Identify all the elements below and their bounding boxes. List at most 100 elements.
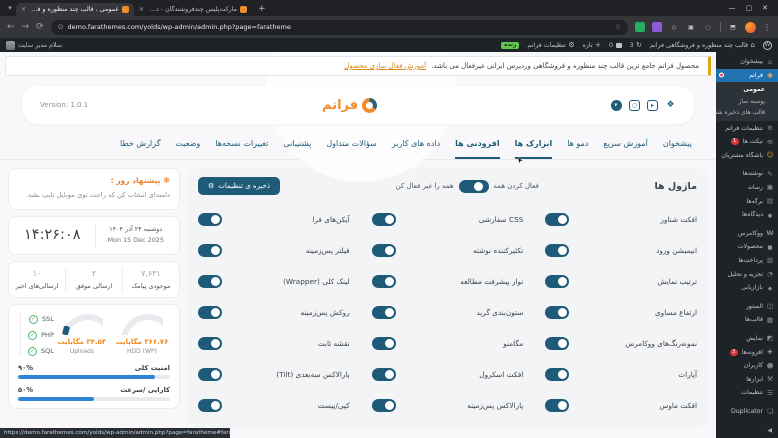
site-settings-icon[interactable]: ⊙ (58, 23, 64, 31)
module-toggle[interactable] (198, 213, 222, 226)
forward-icon[interactable]: → (22, 22, 30, 32)
sidebar-menu-item[interactable]: ابزارها (716, 372, 778, 386)
reload-icon[interactable]: ⟳ (36, 22, 44, 32)
adminbar-fara-settings[interactable]: ⚙ تنظیمات فراتم (527, 41, 574, 49)
module-toggle[interactable] (198, 368, 222, 381)
sidebar-menu-item[interactable]: پرداخت‌ها (716, 254, 778, 268)
sidebar-menu-item[interactable]: تنظیمات فراتم (716, 121, 778, 135)
address-bar[interactable]: ⊙ demo.farathemes.com/yolds/wp-admin/adm… (50, 19, 628, 35)
settings-tab[interactable]: آموزش سریع (603, 139, 647, 159)
module-toggle[interactable] (545, 213, 570, 226)
check-icon: ✓ (28, 346, 37, 356)
module-toggle[interactable] (545, 275, 570, 288)
extension-icon[interactable] (652, 22, 662, 32)
module-toggle[interactable] (371, 213, 396, 226)
adminbar-account[interactable]: سلام مدیر سایت (6, 40, 62, 50)
instagram-icon[interactable] (629, 99, 640, 111)
sidebar-menu-item[interactable]: کاربران (716, 359, 778, 373)
module-toggle[interactable] (198, 306, 222, 319)
extension-icon[interactable]: ◇ (669, 22, 679, 32)
settings-tab[interactable]: پیشخوان (663, 139, 692, 159)
module-toggle[interactable] (545, 368, 570, 381)
settings-tab[interactable]: دمو ها (567, 139, 588, 159)
submenu-item[interactable]: عمومی (716, 84, 778, 95)
extension-icon[interactable]: ▣ (686, 22, 696, 32)
sidebar-menu-item[interactable]: نمایش (716, 332, 778, 346)
extension-icon[interactable]: ◌ (703, 22, 713, 32)
sidebar-menu-item[interactable]: تیکت ها 1 (716, 135, 778, 149)
module-toggle[interactable] (545, 337, 570, 350)
sidebar-menu-item[interactable]: Duplicator (716, 405, 778, 419)
module-toggle[interactable] (371, 244, 396, 257)
sidebar-menu-item[interactable]: قالب‌ها (716, 313, 778, 327)
save-settings-button[interactable]: ذخیره ی تنظیمات ⚙ (198, 177, 280, 195)
settings-tab[interactable]: وضعیت (176, 139, 201, 159)
browser-tab[interactable]: مارکت‌پلیس چندفروشندگان - دمو… ✕ (134, 3, 252, 16)
module-toggle[interactable] (371, 399, 396, 412)
minimize-icon[interactable]: — (729, 4, 736, 12)
adminbar-updates[interactable]: ↻ 3 (630, 41, 642, 49)
extensions-menu-icon[interactable]: ⬒ (728, 22, 738, 32)
sidebar-menu-item[interactable]: رسانه (716, 181, 778, 195)
browser-tab-active[interactable]: عمومی ، قالب چند منظوره و فرو… ✕ (16, 3, 134, 16)
new-tab-button[interactable]: + (258, 4, 266, 14)
sidebar-menu-item[interactable]: افزونه‌ها 3 (716, 345, 778, 359)
sidebar-menu-item[interactable]: فراتم (716, 68, 778, 83)
live-badge[interactable]: زنده (501, 41, 520, 49)
sidebar-menu-item[interactable]: برگه‌ها (716, 194, 778, 208)
url-text[interactable]: demo.farathemes.com/yolds/wp-admin/admin… (68, 23, 611, 31)
module-toggle[interactable] (371, 275, 396, 288)
sidebar-menu-item[interactable]: المنتور (716, 299, 778, 313)
settings-tab[interactable]: ابزارک ها ➤ (515, 139, 553, 165)
settings-tab[interactable]: افزودنی ها (455, 139, 500, 159)
adminbar-site-link[interactable]: ⌂ قالب چند منظوره و فروشگاهی فراتم (650, 41, 755, 49)
sidebar-menu-item[interactable]: محصولات (716, 240, 778, 254)
close-icon[interactable]: ✕ (762, 4, 768, 12)
settings-tab[interactable]: پشتیبانی (283, 139, 311, 159)
wordpress-logo-icon[interactable]: W (763, 40, 772, 50)
module-toggle[interactable] (198, 244, 222, 257)
profile-avatar[interactable] (745, 21, 756, 33)
sidebar-menu-item[interactable]: دیدگاه‌ها (716, 208, 778, 222)
tab-search-icon[interactable]: ▾ (4, 2, 16, 14)
activation-tutorial-link[interactable]: آموزش فعال سازی محصول (344, 62, 426, 70)
module-toggle[interactable] (198, 337, 222, 350)
toggle-all-switch[interactable] (458, 179, 489, 193)
module-toggle[interactable] (371, 368, 396, 381)
sidebar-menu-item[interactable]: تنظیمات (716, 386, 778, 400)
bookmark-star-icon[interactable]: ☆ (615, 23, 621, 31)
module-toggle[interactable] (545, 306, 570, 319)
adminbar-new[interactable]: + تازه (583, 41, 601, 49)
comments-bubble-icon (615, 42, 622, 48)
sidebar-menu-item[interactable]: بازاریابی (716, 281, 778, 295)
settings-tab[interactable]: گزارش خطا (120, 139, 161, 159)
collapse-menu-icon[interactable]: ◀ (716, 424, 778, 437)
sidebar-menu-item[interactable]: باشگاه مشتریان (716, 149, 778, 163)
module-toggle[interactable] (371, 306, 396, 319)
module-toggle[interactable] (198, 275, 222, 288)
adminbar-comments[interactable]: 0 (609, 42, 622, 49)
submenu-item[interactable]: قالب های ذخیره شده (716, 107, 778, 118)
telegram-icon[interactable] (611, 99, 622, 111)
submenu-item[interactable]: پوسته ساز (716, 96, 778, 107)
sidebar-menu-item[interactable]: تجزیه و تحلیل (716, 267, 778, 281)
aparat-icon[interactable] (665, 100, 676, 111)
maximize-icon[interactable]: ▢ (746, 4, 753, 12)
settings-tab[interactable]: داده های کاربر (392, 139, 440, 159)
module-toggle[interactable] (198, 399, 222, 412)
back-icon[interactable]: ← (7, 22, 15, 32)
sidebar-menu-item[interactable]: نوشته‌ها (716, 167, 778, 181)
tab-close-icon[interactable]: ✕ (21, 6, 26, 13)
module-toggle[interactable] (371, 337, 396, 350)
sidebar-menu-item[interactable]: پیشخوان (716, 55, 778, 69)
tab-close-icon[interactable]: ✕ (139, 6, 144, 13)
sidebar-menu-item[interactable]: ووکامرس (716, 226, 778, 240)
youtube-icon[interactable] (647, 99, 658, 111)
module-toggle[interactable] (545, 244, 570, 257)
extension-icon[interactable] (635, 22, 645, 32)
browser-menu-icon[interactable]: ⋮ (763, 23, 771, 32)
settings-tab[interactable]: تغییرات نسخه‌ها (215, 139, 268, 159)
main-area: پیشخوان فراتم عمومی پوسته ساز (0, 52, 778, 438)
module-toggle[interactable] (545, 399, 570, 412)
settings-tab[interactable]: سؤالات متداول (326, 139, 377, 159)
